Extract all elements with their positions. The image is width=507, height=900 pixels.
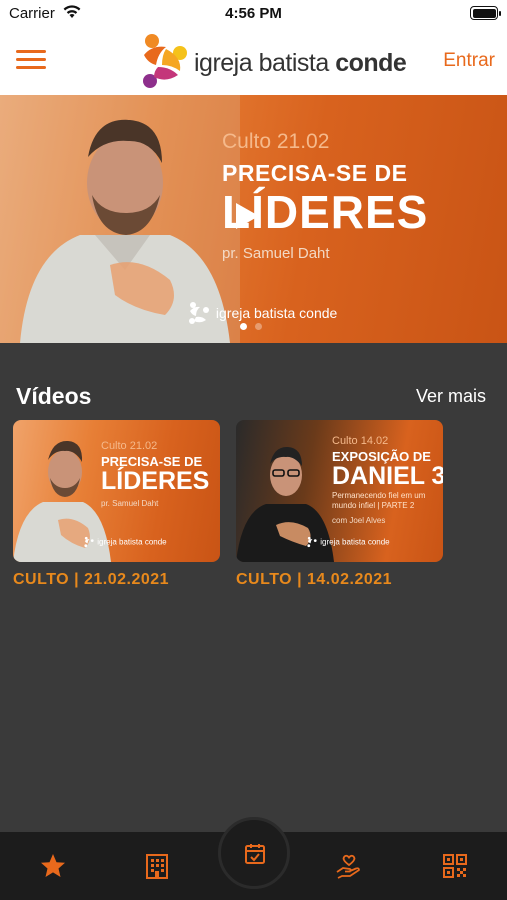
banner-subtitle: Culto 21.02 xyxy=(222,130,330,153)
thumb-subtitle: Culto 21.02 xyxy=(101,440,158,452)
brand-mark-icon xyxy=(84,536,94,548)
thumb-speaker: com Joel Alves xyxy=(332,516,386,525)
banner-title-line1: PRECISA-SE DE xyxy=(222,160,408,186)
brand-mark-icon xyxy=(307,536,317,548)
brand-mark-icon xyxy=(189,302,209,324)
clock: 4:56 PM xyxy=(225,5,282,22)
video-caption: CULTO | 21.02.2021 xyxy=(13,571,170,588)
video-thumbnail: Culto 14.02 EXPOSIÇÃO DE DANIEL 3 Perman… xyxy=(236,420,443,562)
logo-mark-icon xyxy=(143,34,187,88)
login-button[interactable]: Entrar xyxy=(443,50,495,72)
app-header: igreja batista conde Entrar xyxy=(0,28,507,95)
app-logo: igreja batista conde xyxy=(136,31,407,91)
star-icon xyxy=(41,854,65,877)
qr-code-icon xyxy=(443,854,467,878)
carousel-dot-1[interactable] xyxy=(240,323,247,330)
video-card[interactable]: Culto 21.02 PRECISA-SE DE LÍDERES pr. Sa… xyxy=(13,420,220,595)
video-thumbnail: Culto 21.02 PRECISA-SE DE LÍDERES pr. Sa… xyxy=(13,420,220,562)
tab-schedule[interactable] xyxy=(218,817,290,889)
thumb-title-line2: LÍDERES xyxy=(101,467,210,495)
tab-favorites[interactable] xyxy=(37,850,69,882)
section-title: Vídeos xyxy=(16,383,92,409)
thumbnail-text: Culto 21.02 PRECISA-SE DE LÍDERES pr. Sa… xyxy=(101,440,209,508)
thumb-speaker: pr. Samuel Daht xyxy=(101,499,159,508)
tab-donate[interactable] xyxy=(333,850,365,882)
banner-text-block: Culto 21.02 PRECISA-SE DE LÍDERES pr. Sa… xyxy=(222,130,428,262)
thumb-title-line2: DANIEL 3 xyxy=(332,462,443,490)
thumbnail-text: Culto 14.02 EXPOSIÇÃO DE DANIEL 3 Perman… xyxy=(332,435,443,525)
logo-text: igreja batista conde xyxy=(194,49,407,78)
banner-brand-bold: conde xyxy=(299,305,338,321)
thumb-brand: igreja batista conde xyxy=(306,536,390,548)
thumb-brand-label: igreja batista conde xyxy=(97,537,167,547)
tab-qr-code[interactable] xyxy=(439,850,471,882)
banner-speaker: pr. Samuel Daht xyxy=(222,245,330,262)
carousel-dot-2[interactable] xyxy=(255,323,262,330)
carousel-indicator xyxy=(240,317,270,335)
tab-church[interactable] xyxy=(141,850,173,882)
thumb-title-line3: Permanecendo fiel em um mundo infiel | P… xyxy=(332,491,426,510)
status-bar: Carrier 4:56 PM xyxy=(0,0,507,28)
play-icon[interactable] xyxy=(232,200,262,232)
see-more-link[interactable]: Ver mais xyxy=(416,386,486,407)
logo-text-bold: conde xyxy=(335,49,407,77)
hamburger-menu-icon[interactable] xyxy=(16,50,46,72)
video-card[interactable]: Culto 14.02 EXPOSIÇÃO DE DANIEL 3 Perman… xyxy=(236,420,443,595)
video-caption: CULTO | 14.02.2021 xyxy=(236,571,393,588)
hand-heart-icon xyxy=(336,854,360,879)
calendar-icon xyxy=(245,844,265,864)
building-icon xyxy=(146,854,168,879)
thumb-brand-label: igreja batista conde xyxy=(320,537,390,547)
logo-text-regular: igreja batista xyxy=(194,49,329,77)
battery-icon xyxy=(470,6,501,20)
thumb-brand: igreja batista conde xyxy=(83,536,167,548)
videos-section-header: Vídeos Ver mais xyxy=(16,383,486,411)
thumb-subtitle: Culto 14.02 xyxy=(332,435,389,447)
featured-banner[interactable]: Culto 21.02 PRECISA-SE DE LÍDERES pr. Sa… xyxy=(0,95,507,343)
